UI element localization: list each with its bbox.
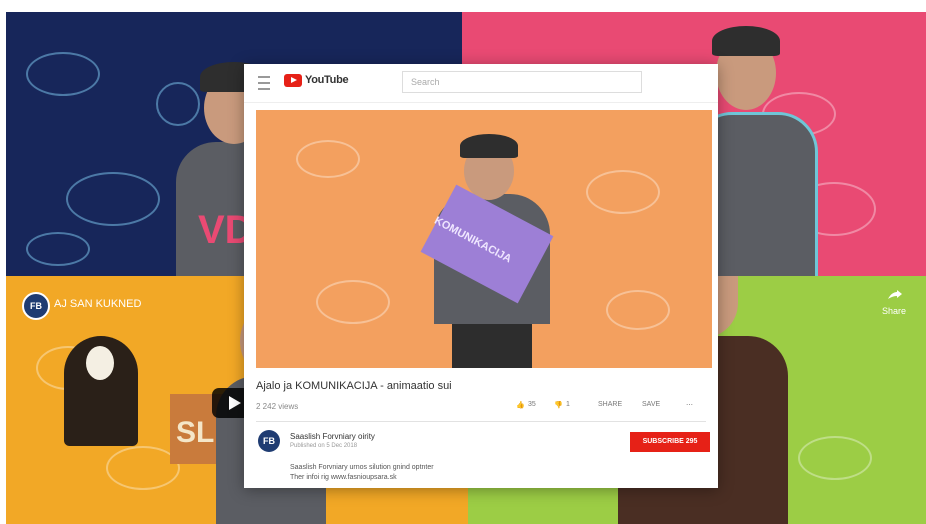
youtube-window: YouTube Search KOMUNIKACIJA Ajalo ja KOM…	[244, 64, 718, 488]
doodle	[106, 446, 180, 490]
doodle	[66, 172, 160, 226]
dislike-icon[interactable]: 👎	[554, 401, 563, 409]
doodle	[296, 140, 360, 178]
top-bar: YouTube Search	[244, 64, 718, 103]
doodle	[586, 170, 660, 214]
more-icon[interactable]: ⋯	[686, 401, 693, 409]
description-line: Saaslish Forvniary urnos silution gnind …	[290, 464, 434, 471]
description-line: Ther infoi rig www.fasnioupsara.sk	[290, 474, 397, 481]
share-icon[interactable]	[888, 290, 902, 300]
doodle	[606, 290, 670, 330]
like-count[interactable]: 35	[528, 401, 536, 408]
cap	[460, 134, 518, 158]
doodle	[26, 232, 90, 266]
publish-date: Published on 5 Dec 2018	[290, 443, 358, 449]
doodle	[26, 52, 100, 96]
video-title: Ajalo ja KOMUNIKACIJA - animaatio sui	[256, 380, 452, 392]
share-label[interactable]: Share	[882, 306, 906, 316]
legs	[452, 324, 532, 368]
doodle	[316, 280, 390, 324]
like-icon[interactable]: 👍	[516, 401, 525, 409]
video-actions: 👍 35 👎 1 SHARE SAVE ⋯	[516, 400, 716, 414]
save-button[interactable]: SAVE	[642, 401, 660, 408]
reaper-face	[86, 346, 114, 380]
dislike-count[interactable]: 1	[566, 401, 570, 408]
doodle	[798, 436, 872, 480]
search-input[interactable]: Search	[402, 71, 642, 93]
youtube-logo-icon[interactable]	[284, 74, 302, 87]
video-player[interactable]: KOMUNIKACIJA	[256, 110, 712, 368]
view-count: 2 242 views	[256, 402, 299, 411]
overlay-video-title[interactable]: AJ SAN KUKNED	[54, 298, 141, 310]
channel-name[interactable]: Saaslish Forvniary oirity	[290, 432, 375, 441]
cap	[712, 26, 780, 56]
menu-icon[interactable]	[258, 76, 270, 90]
share-button[interactable]: SHARE	[598, 401, 622, 408]
subscribe-button[interactable]: SUBSCRIBE 295	[630, 432, 710, 452]
channel-avatar[interactable]: FB	[22, 292, 50, 320]
youtube-logo-text[interactable]: YouTube	[305, 74, 349, 86]
divider	[256, 421, 706, 422]
channel-avatar[interactable]: FB	[258, 430, 280, 452]
